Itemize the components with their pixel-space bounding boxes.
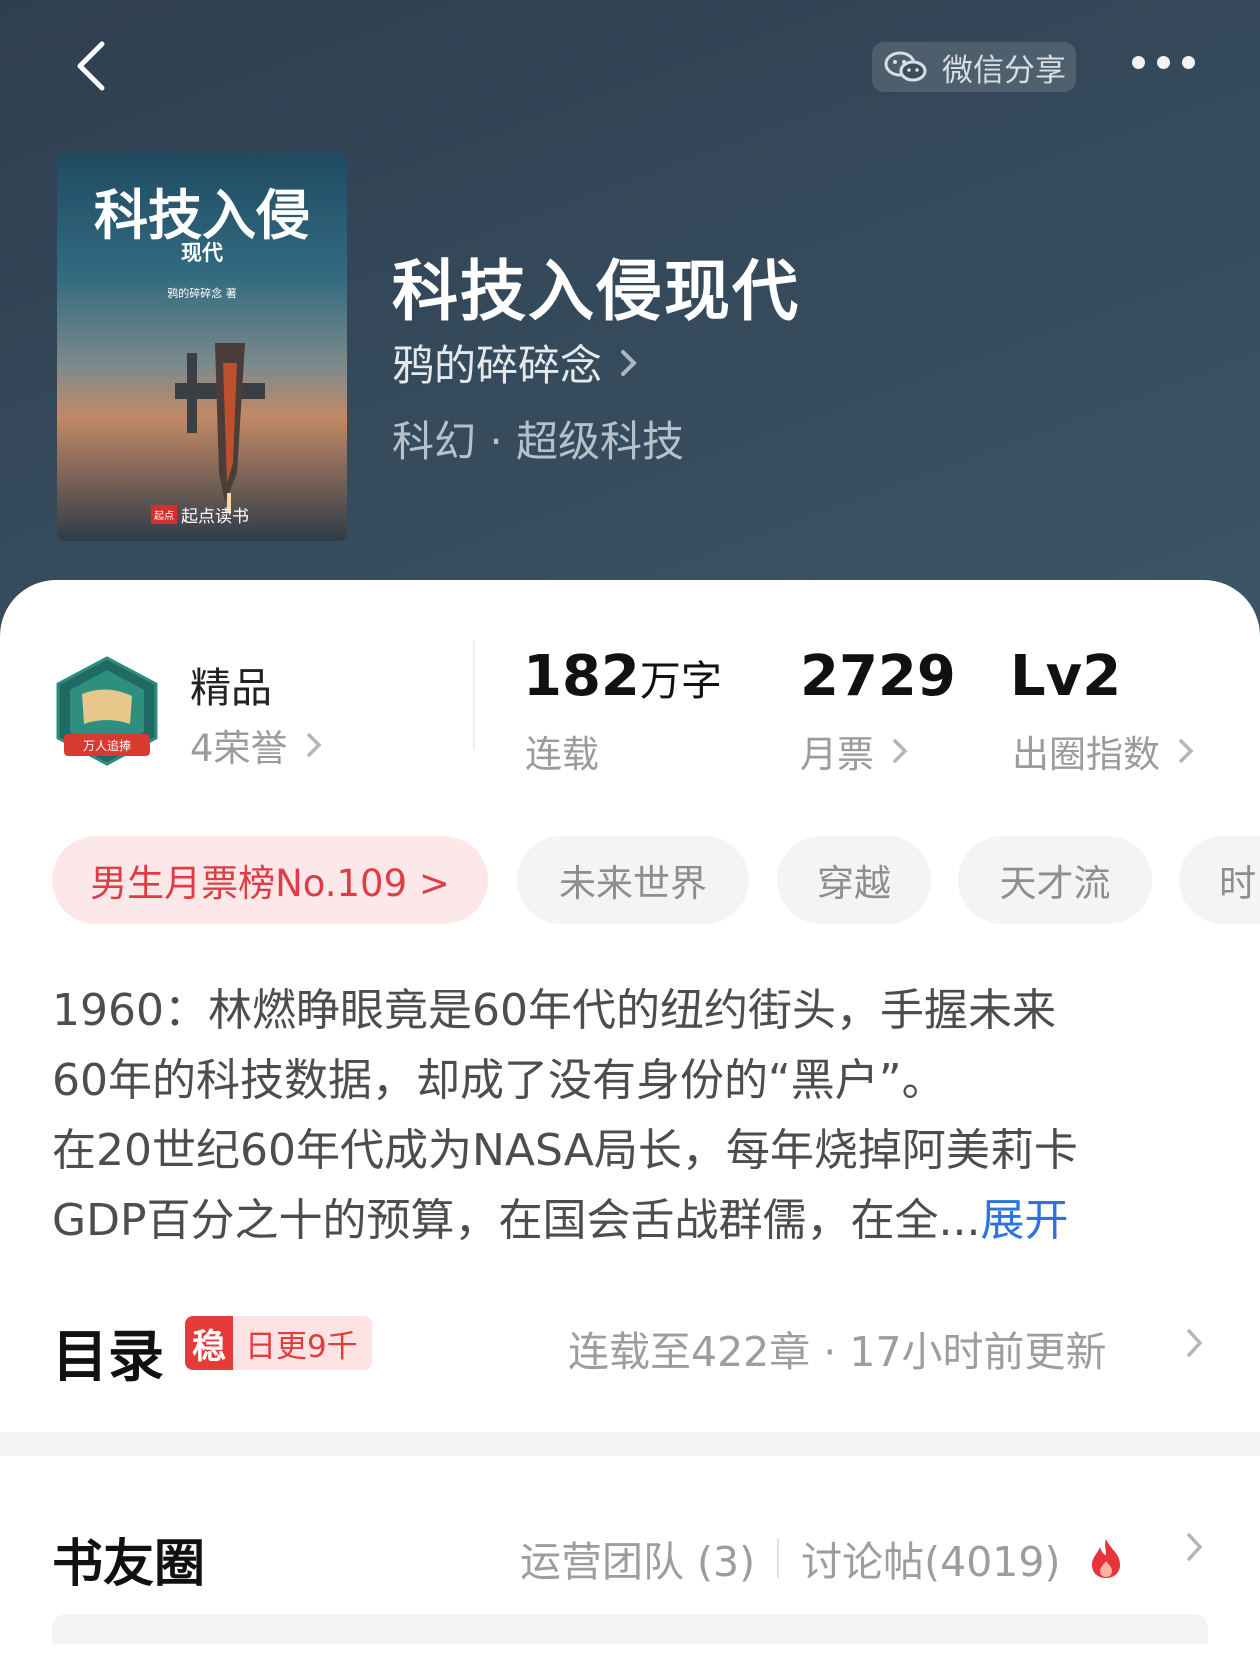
expand-link[interactable]: 展开 (980, 1195, 1068, 1246)
breakout-index-value: Lv2 (1010, 644, 1122, 709)
post-card-preview[interactable] (52, 1614, 1208, 1644)
breakout-index-label: 出圈指数 (1012, 733, 1160, 776)
chevron-right-icon (306, 733, 322, 757)
quality-label: 精品 (190, 664, 272, 712)
back-arrow-icon[interactable] (64, 36, 124, 96)
tag-future-world[interactable]: 未来世界 (517, 836, 749, 924)
wechat-icon (884, 51, 927, 82)
cover-publisher: 起点 起点读书 (151, 502, 249, 527)
cover-author: 鸦的碎碎念 著 (167, 287, 237, 300)
share-label: 微信分享 (942, 52, 1066, 89)
description-line: 在20世纪60年代成为NASA局长，每年烧掉阿美莉卡 (52, 1125, 1078, 1176)
monthly-votes-count: 2729 (800, 644, 956, 709)
description-line: GDP百分之十的预算，在国会舌战群儒，在全... (52, 1195, 981, 1246)
author-name: 鸦的碎碎念 (392, 341, 603, 390)
book-description: 1960：林燃睁眼竟是60年代的纽约街头，手握未来 60年的科技数据，却成了没有… (52, 976, 1202, 1256)
update-rate: 日更9千 (245, 1328, 358, 1365)
more-options-icon[interactable] (1132, 56, 1195, 69)
update-badge: 稳 日更9千 (185, 1316, 372, 1370)
fire-icon (1092, 1539, 1121, 1578)
monthly-votes-link[interactable]: 月票 (800, 724, 908, 778)
toc-update-info[interactable]: 连载至422章 · 17小时前更新 (568, 1318, 1107, 1378)
description-line: 1960：林燃睁眼竟是60年代的纽约街头，手握未来 (52, 985, 1056, 1036)
tag-partial[interactable]: 时 (1179, 836, 1260, 924)
chevron-right-icon (621, 349, 637, 376)
chevron-right-icon (893, 739, 908, 763)
stable-badge: 稳 (185, 1316, 233, 1370)
breakout-index-link[interactable]: 出圈指数 (1012, 724, 1194, 778)
ops-team-link[interactable]: 运营团队 (3) (520, 1528, 755, 1588)
tag-time-travel[interactable]: 穿越 (777, 836, 931, 924)
description-line: 60年的科技数据，却成了没有身份的“黑户”。 (52, 1055, 946, 1106)
honors-link[interactable]: 4荣誉 (190, 718, 322, 772)
monthly-votes-label: 月票 (800, 733, 874, 776)
section-divider (0, 1432, 1260, 1456)
divider (777, 1538, 780, 1578)
svg-text:万人追捧: 万人追捧 (83, 738, 131, 753)
serial-status: 连载 (525, 733, 599, 776)
discussion-posts-link[interactable]: 讨论帖(4019) (801, 1528, 1060, 1588)
premium-badge-icon[interactable]: 万人追捧 (52, 654, 162, 768)
wechat-share-button[interactable]: 微信分享 (872, 42, 1076, 92)
book-cover[interactable]: 科技入侵 现代 鸦的碎碎念 著 起点 起点读书 (57, 153, 347, 541)
chevron-right-icon[interactable] (1186, 1328, 1204, 1358)
reader-circle-info[interactable]: 运营团队 (3) 讨论帖(4019) (520, 1528, 1126, 1588)
book-genre: 科幻 · 超级科技 (392, 417, 685, 466)
divider (473, 640, 475, 750)
book-title: 科技入侵现代 (392, 253, 800, 330)
reader-circle-title[interactable]: 书友圈 (52, 1522, 205, 1596)
cover-illustration (175, 343, 265, 513)
author-link[interactable]: 鸦的碎碎念 (392, 332, 640, 393)
chevron-right-icon (1179, 739, 1194, 763)
cover-subtitle: 现代 (181, 241, 223, 265)
word-count: 182万字 (523, 644, 722, 709)
toc-title[interactable]: 目录 (52, 1312, 164, 1393)
honors-count: 4荣誉 (190, 727, 288, 770)
ranking-tag[interactable]: 男生月票榜No.109 > (52, 836, 488, 924)
tag-genius[interactable]: 天才流 (958, 836, 1152, 924)
chevron-right-icon[interactable] (1186, 1532, 1204, 1562)
